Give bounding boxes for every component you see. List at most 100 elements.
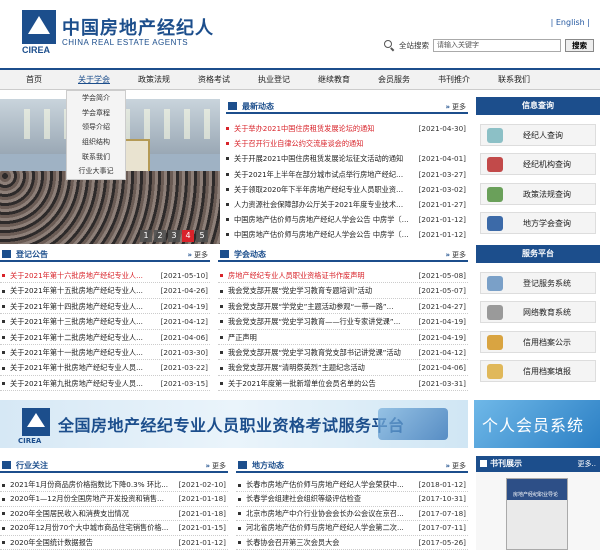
list-item-title[interactable]: 严正声明 xyxy=(228,330,410,344)
list-item[interactable]: 关于2021年第十四批房地产经纪专业人... [2021-04-19] xyxy=(0,299,210,315)
submenu-contact[interactable]: 联系我们 xyxy=(67,150,125,165)
list-item-title[interactable]: 关于2021年第十二批房地产经纪专业人... xyxy=(10,330,152,344)
list-item[interactable]: 关于召开行业自律公约交流座谈会的通知 xyxy=(224,136,468,151)
list-item[interactable]: 人力资源社会保障部办公厅关于2021年度专业技术人员... [2021-01-27… xyxy=(224,197,468,212)
list-item[interactable]: 我会党支部开展“学党史”主题活动参观“一带一路”... [2021-04-27] xyxy=(218,299,468,315)
submenu-events[interactable]: 行业大事记 xyxy=(67,164,125,179)
list-item-title[interactable]: 关于2021年第十一批房地产经纪专业人... xyxy=(10,345,152,359)
nav-exam[interactable]: 资格考试 xyxy=(184,70,244,90)
list-item[interactable]: 中国房地产估价师与房地产经纪人学会公告 中房学〔2021... [2021-01-… xyxy=(224,227,468,242)
list-item-title[interactable]: 关于2021年第十批房地产经纪专业人员... xyxy=(10,360,152,374)
online-education-button[interactable]: 网络教育系统 xyxy=(480,301,596,323)
list-item-title[interactable]: 中国房地产估价师与房地产经纪人学会公告 中房学〔2021... xyxy=(234,227,410,242)
list-item[interactable]: 关于领取2020年下半年房地产经纪专业人员职业资格证... [2021-03-02… xyxy=(224,182,468,197)
list-item-title[interactable]: 我会党支部开展“党史学习教育——行业专家讲党课”... xyxy=(228,314,410,328)
slide-page-1[interactable]: 1 xyxy=(140,230,152,242)
list-item[interactable]: 关于2021年上半年在部分城市试点举行房地产经纪专业人员... [2021-03-… xyxy=(224,167,468,182)
search-button[interactable]: 搜索 xyxy=(565,38,594,52)
search-input[interactable] xyxy=(433,38,561,52)
list-item-title[interactable]: 关于2021年度第一批新增单位会员名单的公告 xyxy=(228,376,410,390)
nav-policy[interactable]: 政策法规 xyxy=(124,70,184,90)
slide-page-3[interactable]: 3 xyxy=(168,230,180,242)
list-item[interactable]: 关于2021年第十三批房地产经纪专业人... [2021-04-12] xyxy=(0,314,210,330)
list-item[interactable]: 我会党支部开展“党史学习教育——行业专家讲党课”... [2021-04-19] xyxy=(218,314,468,330)
nav-registration[interactable]: 执业登记 xyxy=(244,70,304,90)
list-item-title[interactable]: 中国房地产估价师与房地产经纪人学会公告 中房学〔2021... xyxy=(234,212,410,227)
list-item-title[interactable]: 关于2021年第十三批房地产经纪专业人... xyxy=(10,314,152,328)
nav-member[interactable]: 会员服务 xyxy=(364,70,424,90)
list-item[interactable]: 关于2021年第九批房地产经纪专业人员... [2021-03-15] xyxy=(0,376,210,392)
list-item-title[interactable]: 关于2021年上半年在部分城市试点举行房地产经纪专业人员... xyxy=(234,167,410,182)
list-item[interactable]: 2020年全国居民收入和消费支出情况 [2021-01-18] xyxy=(0,507,228,522)
list-item-title[interactable]: 河北省房地产估价师与房地产经纪人学会第二次... xyxy=(246,521,410,534)
list-item[interactable]: 北京市房地产中介行业协会会长办公会议在京召... [2017-07-18] xyxy=(236,507,468,522)
list-item-title[interactable]: 2020年全国统计数据报告 xyxy=(10,536,170,549)
list-item[interactable]: 长春市房地产估价师与房地产经纪人学会荣获中... [2018-01-12] xyxy=(236,478,468,493)
list-item-title[interactable]: 2021年1月份商品房价格指数比下降0.3% 环比... xyxy=(10,478,170,491)
list-item[interactable]: 关于2021年第十五批房地产经纪专业人... [2021-04-26] xyxy=(0,283,210,299)
submenu-structure[interactable]: 组织结构 xyxy=(67,135,125,150)
list-item[interactable]: 2020年12月份70个大中城市商品住宅销售价格... [2021-01-15] xyxy=(0,521,228,536)
english-link[interactable]: | English | xyxy=(551,18,590,27)
book-cover[interactable]: 房地产经纪职业导论 xyxy=(506,478,568,550)
association-more[interactable]: » 更多 xyxy=(445,250,466,260)
list-item-title[interactable]: 关于领取2020年下半年房地产经纪专业人员职业资格证... xyxy=(234,182,410,197)
list-item[interactable]: 我会党支部开展“党史学习教育党支部书记讲党课”活动 [2021-04-12] xyxy=(218,345,468,361)
latest-news-more[interactable]: » 更多 xyxy=(445,102,466,112)
local-more[interactable]: » 更多 xyxy=(445,461,466,471)
list-item[interactable]: 关于2021年第十六批房地产经纪专业人... [2021-05-10] xyxy=(0,268,210,284)
books-more[interactable]: 更多.. xyxy=(578,459,596,469)
list-item-title[interactable]: 我会党支部开展“党史学习教育专题培训”活动 xyxy=(228,283,410,297)
list-item-title[interactable]: 关于开展2021中国住房租赁发展论坛征文活动的通知 xyxy=(234,151,410,166)
list-item[interactable]: 2020年全国统计数据报告 [2021-01-12] xyxy=(0,536,228,550)
local-association-query-button[interactable]: 地方学会查询 xyxy=(480,212,596,234)
list-item-title[interactable]: 北京市房地产中介行业协会会长办公会议在京召... xyxy=(246,507,410,520)
list-item[interactable]: 2021年1月份商品房价格指数比下降0.3% 环比... [2021-02-10] xyxy=(0,478,228,493)
list-item-title[interactable]: 关于举办2021中国住房租赁发展论坛的通知 xyxy=(234,121,410,136)
list-item[interactable]: 长春学会组建社会组织等级评估检查 [2017-10-31] xyxy=(236,492,468,507)
list-item[interactable]: 关于2021年度第一批新增单位会员名单的公告 [2021-03-31] xyxy=(218,376,468,392)
agency-query-button[interactable]: 经纪机构查询 xyxy=(480,153,596,175)
slide-page-4[interactable]: 4 xyxy=(182,230,194,242)
list-item-title[interactable]: 长春市房地产估价师与房地产经纪人学会荣获中... xyxy=(246,478,410,491)
list-item-title[interactable]: 关于2021年第十四批房地产经纪专业人... xyxy=(10,299,152,313)
list-item[interactable]: 关于举办2021中国住房租赁发展论坛的通知 [2021-04-30] xyxy=(224,121,468,136)
nav-about[interactable]: 关于学会 xyxy=(64,70,124,90)
nav-home[interactable]: 首页 xyxy=(4,70,64,90)
nav-education[interactable]: 继续教育 xyxy=(304,70,364,90)
list-item[interactable]: 关于开展2021中国住房租赁发展论坛征文活动的通知 [2021-04-01] xyxy=(224,151,468,166)
list-item[interactable]: 严正声明 [2021-04-19] xyxy=(218,330,468,345)
industry-more[interactable]: » 更多 xyxy=(205,461,226,471)
nav-books[interactable]: 书刊推介 xyxy=(424,70,484,90)
member-system-banner[interactable]: 个人会员系统 xyxy=(474,400,600,448)
list-item[interactable]: 河北省房地产估价师与房地产经纪人学会第二次... [2017-07-11] xyxy=(236,521,468,536)
list-item[interactable]: 2020年1—12月份全国房地产开发投资和销售... [2021-01-18] xyxy=(0,492,228,507)
list-item[interactable]: 中国房地产估价师与房地产经纪人学会公告 中房学〔2021... [2021-01-… xyxy=(224,212,468,227)
policy-query-button[interactable]: 政策法规查询 xyxy=(480,183,596,205)
submenu-charter[interactable]: 学会章程 xyxy=(67,106,125,121)
submenu-leaders[interactable]: 领导介绍 xyxy=(67,120,125,135)
site-logo[interactable] xyxy=(22,10,56,44)
list-item[interactable]: 关于2021年第十一批房地产经纪专业人... [2021-03-30] xyxy=(0,345,210,361)
list-item-title[interactable]: 关于召开行业自律公约交流座谈会的通知 xyxy=(234,136,466,151)
registration-system-button[interactable]: 登记服务系统 xyxy=(480,272,596,294)
agent-query-button[interactable]: 经纪人查询 xyxy=(480,124,596,146)
list-item[interactable]: 我会党支部开展“党史学习教育专题培训”活动 [2021-05-07] xyxy=(218,283,468,299)
slide-page-2[interactable]: 2 xyxy=(154,230,166,242)
list-item-title[interactable]: 关于2021年第九批房地产经纪专业人员... xyxy=(10,376,152,390)
list-item-title[interactable]: 我会党支部开展“党史学习教育党支部书记讲党课”活动 xyxy=(228,345,410,359)
list-item[interactable]: 关于2021年第十批房地产经纪专业人员... [2021-03-22] xyxy=(0,360,210,376)
nav-contact[interactable]: 联系我们 xyxy=(484,70,544,90)
list-item-title[interactable]: 我会党支部开展“清明祭英烈”主题纪念活动 xyxy=(228,360,410,374)
list-item-title[interactable]: 2020年全国居民收入和消费支出情况 xyxy=(10,507,170,520)
list-item-title[interactable]: 2020年12月份70个大中城市商品住宅销售价格... xyxy=(10,521,170,534)
credit-fill-button[interactable]: 信用档案填报 xyxy=(480,360,596,382)
list-item[interactable]: 长春协会召开第三次会员大会 [2017-05-26] xyxy=(236,536,468,550)
list-item[interactable]: 关于2021年第十二批房地产经纪专业人... [2021-04-06] xyxy=(0,330,210,345)
list-item[interactable]: 我会党支部开展“清明祭英烈”主题纪念活动 [2021-04-06] xyxy=(218,360,468,376)
exam-platform-banner[interactable]: CIREA 全国房地产经纪专业人员职业资格考试服务平台 xyxy=(0,400,468,448)
list-item-title[interactable]: 人力资源社会保障部办公厅关于2021年度专业技术人员... xyxy=(234,197,410,212)
list-item-title[interactable]: 长春协会召开第三次会员大会 xyxy=(246,536,410,549)
list-item-title[interactable]: 房地产经纪专业人员职业资格证书作废声明 xyxy=(228,268,410,282)
list-item-title[interactable]: 2020年1—12月份全国房地产开发投资和销售... xyxy=(10,492,170,505)
